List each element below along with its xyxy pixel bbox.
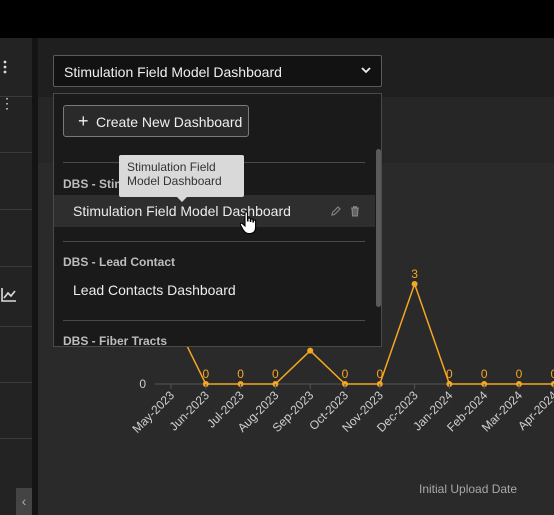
menu-group-label: DBS - Stim xyxy=(63,177,126,191)
x-axis-title: Initial Upload Date xyxy=(419,482,518,496)
tooltip-line: Stimulation Field xyxy=(127,160,216,174)
chevron-down-icon xyxy=(359,63,373,82)
hand-pointer-icon xyxy=(238,210,260,241)
data-point xyxy=(411,281,418,287)
create-new-dashboard-button[interactable]: + Create New Dashboard xyxy=(63,105,249,137)
tooltip: Stimulation Field Model Dashboard xyxy=(119,155,244,197)
menu-item-label: Lead Contacts Dashboard xyxy=(73,282,236,298)
menu-scrollbar[interactable] xyxy=(376,149,381,307)
tooltip-arrow xyxy=(177,197,187,202)
data-point xyxy=(307,347,314,354)
y-tick-label: 0 xyxy=(139,377,146,391)
data-label: 0 xyxy=(272,367,279,381)
data-label: 0 xyxy=(550,367,554,381)
data-label: 0 xyxy=(202,367,209,381)
data-label: 0 xyxy=(237,367,244,381)
tooltip-line: Model Dashboard xyxy=(127,174,222,188)
trash-icon[interactable] xyxy=(349,204,361,222)
create-new-dashboard-label: Create New Dashboard xyxy=(96,114,243,130)
data-label: 3 xyxy=(411,267,418,281)
pencil-icon[interactable] xyxy=(330,204,342,222)
menu-group-label: DBS - Fiber Tracts xyxy=(63,334,168,347)
menu-item-stimulation-field-model-dashboard[interactable]: Stimulation Field Model Dashboard xyxy=(54,195,375,227)
data-label: 0 xyxy=(446,367,453,381)
dashboard-select-value: Stimulation Field Model Dashboard xyxy=(64,64,282,80)
data-label: 0 xyxy=(516,367,523,381)
menu-divider xyxy=(63,241,365,242)
data-label: 0 xyxy=(376,367,383,381)
menu-divider xyxy=(63,320,365,321)
plus-icon: + xyxy=(78,111,89,131)
menu-item-lead-contacts-dashboard[interactable]: Lead Contacts Dashboard xyxy=(54,274,375,306)
menu-group-label: DBS - Lead Contact xyxy=(63,255,176,269)
data-label: 0 xyxy=(342,367,349,381)
dashboard-select[interactable]: Stimulation Field Model Dashboard xyxy=(53,55,382,87)
data-label: 0 xyxy=(481,367,488,381)
dashboard-dropdown-menu: + Create New Dashboard DBS - Stim Stimul… xyxy=(53,93,382,347)
x-tick-label: May-2023 xyxy=(129,388,177,436)
